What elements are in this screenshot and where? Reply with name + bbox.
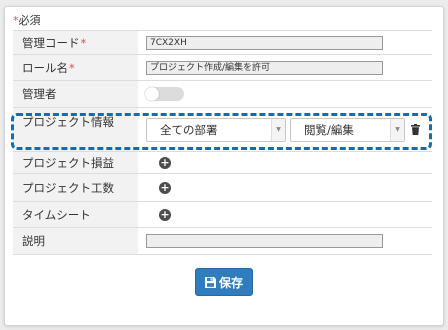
admin-code-label-text: 管理コード bbox=[22, 35, 80, 50]
description-field[interactable] bbox=[146, 234, 383, 248]
floppy-disk-icon bbox=[204, 276, 216, 288]
plus-circle-icon[interactable]: + bbox=[159, 208, 171, 221]
admin-code-label: 管理コード * bbox=[13, 31, 138, 54]
project-hours-cell: + bbox=[138, 174, 432, 201]
row-administrator: 管理者 bbox=[13, 81, 432, 108]
row-project-hours: プロジェクト工数 + bbox=[13, 174, 432, 202]
plus-circle-icon[interactable]: + bbox=[159, 156, 171, 169]
row-admin-code: 管理コード * 7CX2XH bbox=[13, 31, 432, 55]
role-name-field[interactable]: プロジェクト作成/編集を許可 bbox=[146, 60, 383, 75]
row-project-profit: プロジェクト損益 + bbox=[13, 152, 432, 174]
row-description: 説明 bbox=[13, 228, 432, 255]
administrator-label: 管理者 bbox=[13, 81, 138, 107]
admin-code-field[interactable]: 7CX2XH bbox=[146, 35, 383, 50]
role-name-label: ロール名 * bbox=[13, 55, 138, 80]
project-profit-label: プロジェクト損益 bbox=[13, 152, 138, 173]
save-button-label: 保存 bbox=[218, 275, 243, 290]
required-star: * bbox=[80, 35, 87, 50]
description-label: 説明 bbox=[13, 228, 138, 254]
role-name-cell: プロジェクト作成/編集を許可 bbox=[138, 55, 432, 80]
project-profit-cell: + bbox=[138, 152, 432, 173]
administrator-cell bbox=[138, 81, 432, 107]
save-button[interactable]: 保存 bbox=[195, 268, 253, 296]
project-hours-label: プロジェクト工数 bbox=[13, 174, 138, 201]
required-note-text: 必須 bbox=[18, 14, 41, 27]
required-note: *必須 bbox=[13, 12, 41, 28]
administrator-toggle[interactable] bbox=[145, 87, 184, 101]
timesheet-label: タイムシート bbox=[13, 202, 138, 227]
description-cell bbox=[138, 228, 432, 254]
role-name-label-text: ロール名 bbox=[22, 60, 68, 75]
required-star: * bbox=[69, 60, 75, 75]
plus-circle-icon[interactable]: + bbox=[159, 181, 171, 194]
admin-code-cell: 7CX2XH bbox=[138, 31, 432, 54]
highlight-frame bbox=[11, 113, 432, 150]
row-role-name: ロール名 * プロジェクト作成/編集を許可 bbox=[13, 55, 432, 81]
row-timesheet: タイムシート + bbox=[13, 202, 432, 228]
timesheet-cell: + bbox=[138, 202, 432, 227]
toggle-knob bbox=[145, 87, 159, 101]
